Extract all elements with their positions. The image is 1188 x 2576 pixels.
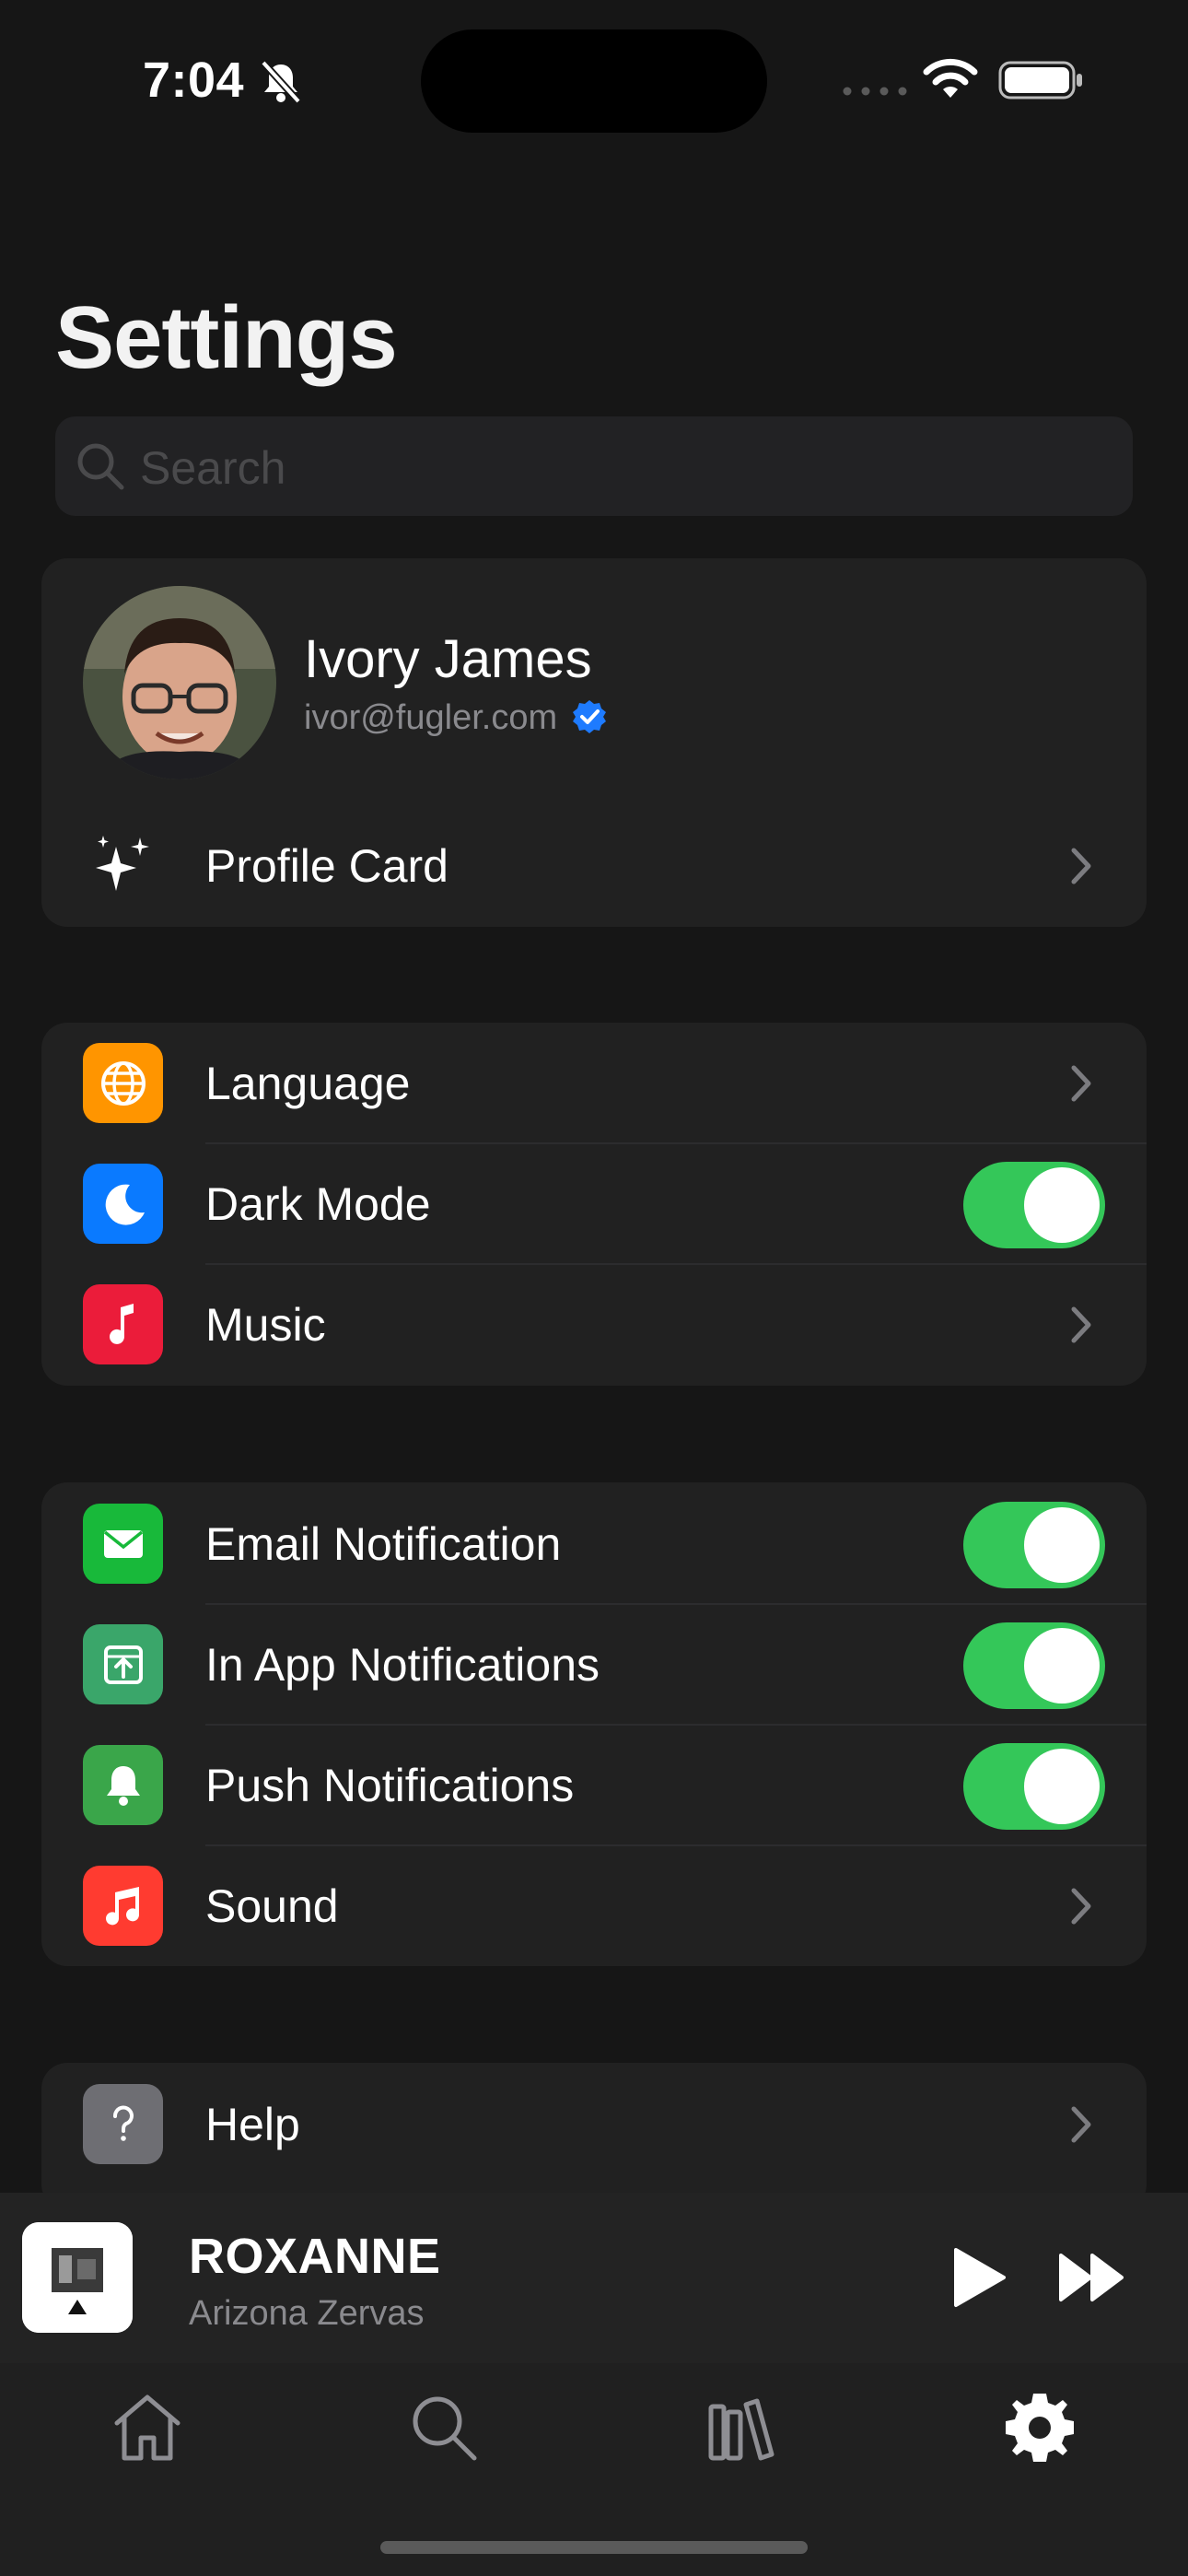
push-notifications-toggle[interactable] <box>963 1743 1105 1830</box>
album-cover-image <box>22 2222 133 2333</box>
album-art[interactable] <box>22 2222 133 2333</box>
profile-card-label: Profile Card <box>205 840 448 892</box>
music-notes-icon <box>105 1886 139 1925</box>
bell-icon <box>106 1765 140 1806</box>
cellular-signal-icon <box>843 87 907 96</box>
language-icon-tile <box>83 1043 163 1123</box>
home-icon[interactable] <box>106 2386 189 2469</box>
question-mark-icon <box>112 2105 134 2141</box>
track-title: ROXANNE <box>189 2229 441 2284</box>
in-app-icon-tile <box>83 1624 163 1704</box>
search-icon[interactable] <box>402 2386 485 2469</box>
globe-icon <box>100 1060 146 1106</box>
help-icon-tile <box>83 2084 163 2164</box>
chevron-right-icon <box>1071 1065 1091 1102</box>
profile-name: Ivory James <box>304 629 592 689</box>
chevron-right-icon <box>1071 848 1091 884</box>
profile-email: ivor@fugler.com <box>304 698 558 737</box>
verified-badge-icon <box>573 700 606 733</box>
dark-mode-icon-tile <box>83 1164 163 1244</box>
chevron-right-icon <box>1071 1888 1091 1925</box>
wifi-icon <box>923 58 978 98</box>
email-notification-label: Email Notification <box>205 1518 562 1570</box>
play-icon[interactable] <box>947 2244 1013 2311</box>
email-icon-tile <box>83 1504 163 1584</box>
in-app-notifications-label: In App Notifications <box>205 1639 600 1691</box>
app-badge-icon <box>103 1645 143 1684</box>
home-indicator <box>380 2541 808 2554</box>
dynamic-island <box>421 29 767 133</box>
search-icon <box>77 443 124 490</box>
music-note-icon <box>109 1303 134 1344</box>
library-icon[interactable] <box>700 2386 783 2469</box>
music-label: Music <box>205 1299 326 1351</box>
page-title: Settings <box>55 288 398 387</box>
dark-mode-toggle[interactable] <box>963 1162 1105 1248</box>
push-icon-tile <box>83 1745 163 1825</box>
bell-slash-icon <box>261 60 301 103</box>
status-time: 7:04 <box>143 53 245 108</box>
sound-label: Sound <box>205 1880 339 1932</box>
push-notifications-label: Push Notifications <box>205 1760 575 1811</box>
chevron-right-icon <box>1071 2106 1091 2143</box>
sparkles-icon <box>96 836 149 891</box>
battery-icon <box>998 61 1082 100</box>
help-label: Help <box>205 2099 300 2150</box>
track-artist: Arizona Zervas <box>189 2294 425 2333</box>
fast-forward-icon[interactable] <box>1057 2244 1127 2311</box>
search-input[interactable] <box>138 429 1118 507</box>
sound-icon-tile <box>83 1866 163 1946</box>
language-label: Language <box>205 1058 411 1109</box>
avatar-photo <box>83 586 276 779</box>
music-icon-tile <box>83 1284 163 1364</box>
gear-icon[interactable] <box>998 2386 1081 2469</box>
email-notification-toggle[interactable] <box>963 1502 1105 1588</box>
chevron-right-icon <box>1071 1306 1091 1343</box>
dark-mode-label: Dark Mode <box>205 1178 431 1230</box>
moon-icon <box>105 1184 145 1225</box>
in-app-notifications-toggle[interactable] <box>963 1622 1105 1709</box>
envelope-icon <box>103 1529 143 1558</box>
avatar[interactable] <box>83 586 276 779</box>
